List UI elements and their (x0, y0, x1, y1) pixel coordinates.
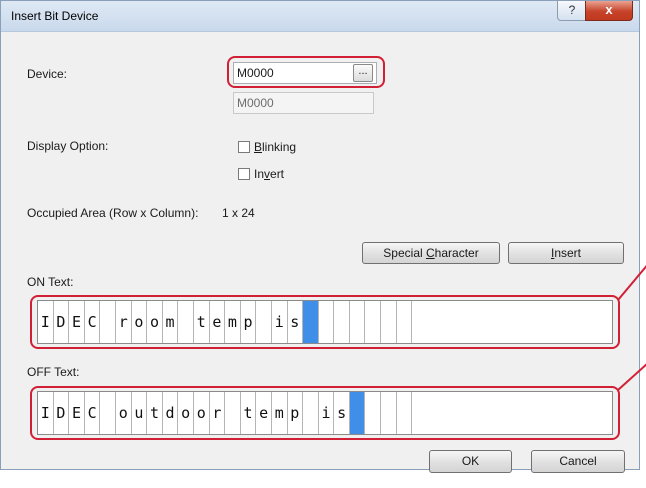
character-cell[interactable]: I (38, 392, 54, 434)
character-cell[interactable] (303, 392, 319, 434)
character-cell[interactable]: p (288, 392, 304, 434)
character-cell[interactable]: m (225, 301, 241, 343)
display-option-label: Display Option: (27, 139, 109, 153)
character-cell[interactable]: E (69, 392, 85, 434)
character-cell[interactable]: m (163, 301, 179, 343)
invert-label[interactable]: Invert (254, 167, 284, 181)
character-cell[interactable]: t (241, 392, 257, 434)
character-cell[interactable]: t (147, 392, 163, 434)
character-cell[interactable] (334, 301, 350, 343)
character-cell[interactable] (381, 392, 397, 434)
close-icon: x (605, 2, 613, 17)
character-cell[interactable]: e (256, 392, 272, 434)
character-cell[interactable]: C (85, 392, 101, 434)
character-cell[interactable]: C (85, 301, 101, 343)
character-cell[interactable]: o (116, 392, 132, 434)
character-cell[interactable]: o (132, 301, 148, 343)
character-cell[interactable]: u (132, 392, 148, 434)
ok-button[interactable]: OK (429, 450, 512, 473)
character-cell[interactable]: i (319, 392, 335, 434)
character-cell[interactable]: o (194, 392, 210, 434)
text-cursor-cell[interactable] (303, 301, 319, 343)
device-browse-button[interactable]: ... (353, 64, 373, 82)
off-text-editor[interactable]: IDEC outdoor temp is (37, 391, 613, 435)
character-cell[interactable]: E (69, 301, 85, 343)
special-character-button[interactable]: Special Character (362, 242, 500, 264)
blinking-label[interactable]: Blinking (254, 140, 296, 154)
character-cell[interactable]: r (210, 392, 226, 434)
device-address-value: M0000 (237, 96, 274, 110)
character-cell[interactable]: o (147, 301, 163, 343)
occupied-area-label: Occupied Area (Row x Column): (27, 206, 199, 220)
character-cell[interactable]: i (272, 301, 288, 343)
insert-button[interactable]: Insert (508, 242, 624, 264)
character-cell[interactable]: D (54, 301, 70, 343)
character-cell[interactable] (100, 301, 116, 343)
character-cell[interactable]: e (210, 301, 226, 343)
window-title: Insert Bit Device (11, 9, 99, 23)
cancel-button[interactable]: Cancel (531, 450, 625, 473)
character-cell[interactable] (365, 301, 382, 343)
character-cell[interactable] (350, 301, 366, 343)
insert-bit-device-dialog: Insert Bit Device ? x Device: M0000 ... … (0, 0, 640, 473)
character-cell[interactable]: r (116, 301, 132, 343)
title-bar[interactable]: Insert Bit Device ? x (1, 1, 639, 32)
character-cell[interactable] (225, 392, 241, 434)
character-cell[interactable]: o (178, 392, 194, 434)
off-text-label: OFF Text: (27, 365, 80, 379)
on-text-editor[interactable]: IDEC room temp is (37, 300, 613, 344)
character-cell[interactable]: s (288, 301, 304, 343)
character-cell[interactable]: t (194, 301, 210, 343)
text-cursor-cell[interactable] (349, 392, 366, 434)
help-button[interactable]: ? (557, 1, 587, 21)
character-cell[interactable] (397, 301, 413, 343)
character-cell[interactable]: d (163, 392, 179, 434)
device-address-display: M0000 (233, 92, 374, 114)
character-cell[interactable] (397, 392, 413, 434)
blinking-checkbox[interactable] (238, 141, 250, 153)
help-icon: ? (568, 3, 576, 17)
character-cell[interactable]: I (38, 301, 54, 343)
invert-checkbox[interactable] (238, 168, 250, 180)
character-cell[interactable] (381, 301, 397, 343)
occupied-area-value: 1 x 24 (222, 206, 255, 220)
character-cell[interactable]: s (334, 392, 350, 434)
character-cell[interactable] (365, 392, 382, 434)
character-cell[interactable] (178, 301, 194, 343)
character-cell[interactable] (100, 392, 116, 434)
device-value: M0000 (237, 66, 274, 80)
on-text-label: ON Text: (27, 275, 74, 289)
ellipsis-icon: ... (358, 65, 368, 77)
close-button[interactable]: x (585, 1, 633, 21)
character-cell[interactable] (256, 301, 272, 343)
character-cell[interactable]: D (54, 392, 70, 434)
character-cell[interactable]: p (241, 301, 257, 343)
device-label: Device: (27, 67, 68, 81)
character-cell[interactable] (319, 301, 335, 343)
character-cell[interactable]: m (272, 392, 288, 434)
